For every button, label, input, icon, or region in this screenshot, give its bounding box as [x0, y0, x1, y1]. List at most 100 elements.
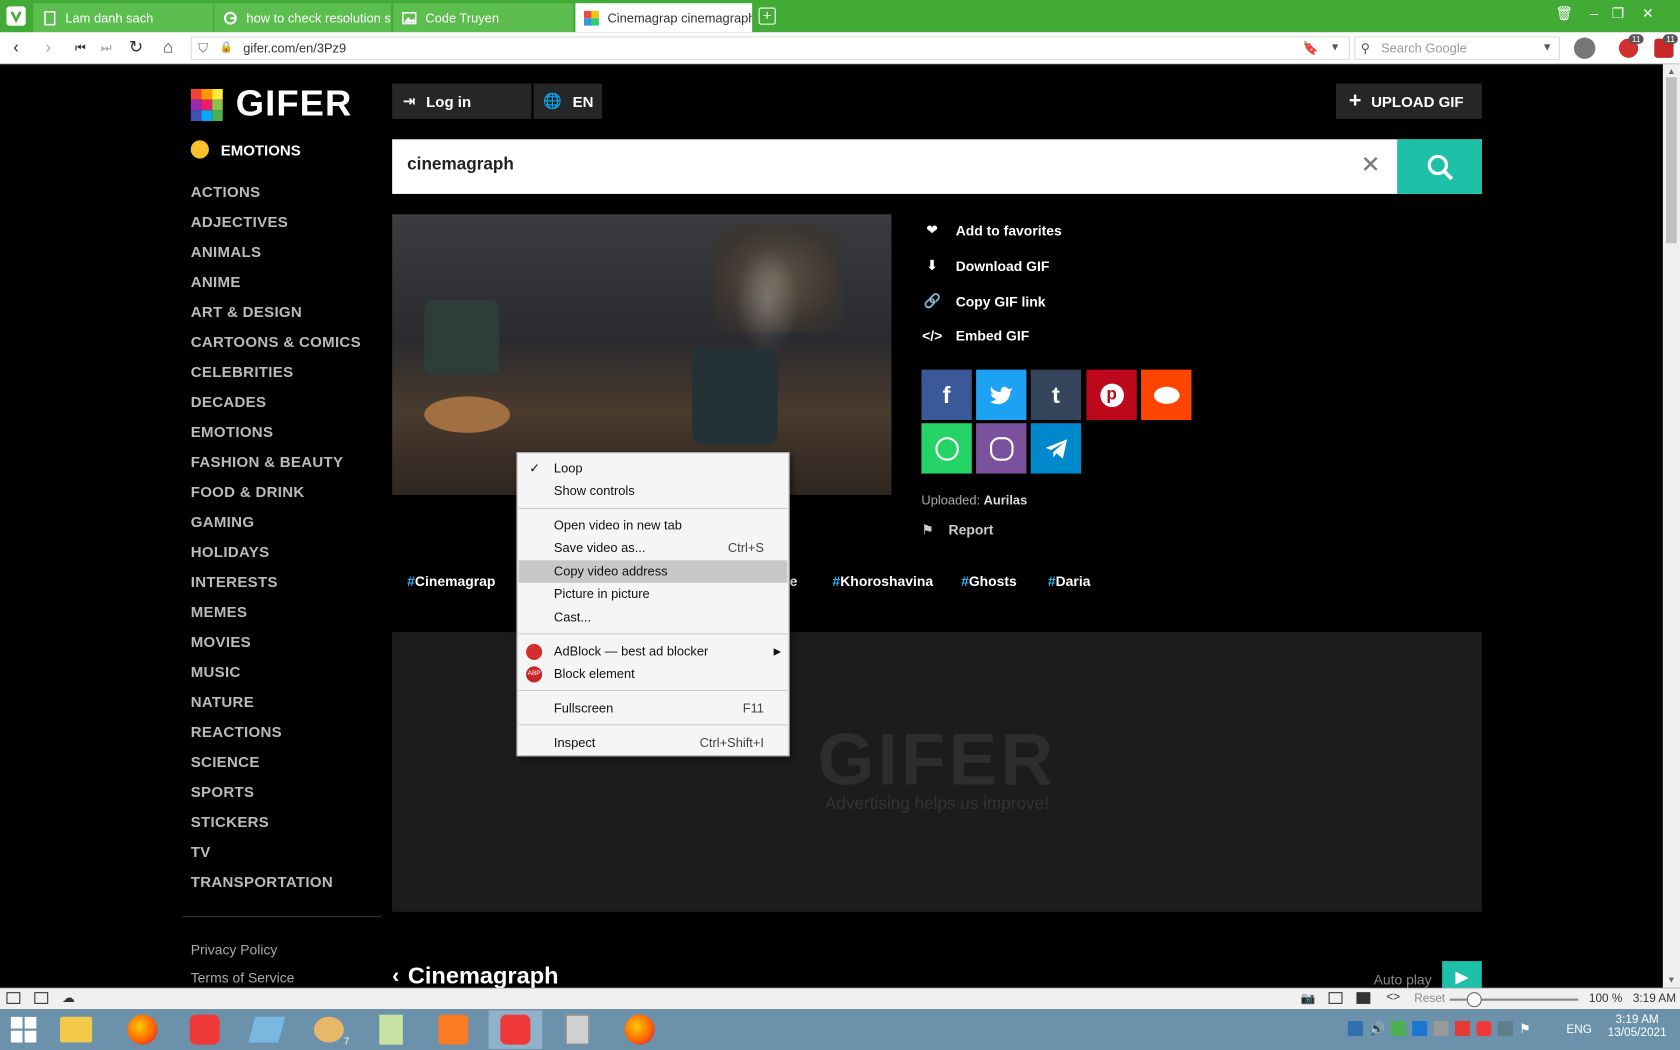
report-button[interactable]: ⚑ Report: [921, 522, 993, 539]
download-gif-button[interactable]: ⬇ Download GIF: [921, 257, 1049, 274]
trash-icon[interactable]: 🗑: [1554, 5, 1575, 22]
category-item[interactable]: CELEBRITIES: [191, 363, 294, 380]
sync-cloud-icon[interactable]: ☁: [62, 990, 75, 1005]
taskbar-xampp[interactable]: [426, 1010, 480, 1049]
search-input[interactable]: cinemagraph: [407, 155, 514, 174]
home-button[interactable]: ⌂: [156, 36, 180, 60]
flag-icon[interactable]: ⚑: [1519, 1021, 1534, 1036]
category-item[interactable]: DECADES: [191, 393, 267, 410]
page-scrollbar[interactable]: ▲ ▼: [1662, 64, 1680, 988]
taskbar-file-explorer[interactable]: [49, 1010, 103, 1049]
share-viber-button[interactable]: [976, 423, 1027, 474]
gifer-logo[interactable]: GIFER: [190, 84, 353, 126]
images-icon[interactable]: [1356, 992, 1371, 1004]
tab-code-truyen[interactable]: Code Truyen: [393, 3, 574, 33]
monitor-icon[interactable]: [1347, 1021, 1363, 1037]
upload-gif-button[interactable]: + UPLOAD GIF: [1336, 83, 1482, 119]
language-button[interactable]: 🌐 EN: [533, 83, 603, 119]
vivaldi-menu-button[interactable]: [6, 6, 26, 26]
embed-gif-button[interactable]: </> Embed GIF: [921, 328, 1029, 344]
taskbar-firefox-2[interactable]: [613, 1010, 667, 1049]
volume-icon[interactable]: 🔊: [1369, 1021, 1385, 1036]
tag-khoroshavina[interactable]: #Khoroshavina: [833, 573, 934, 589]
zoom-slider[interactable]: [1449, 992, 1579, 1008]
uploader-name[interactable]: Aurilas: [984, 493, 1028, 508]
profile-icon[interactable]: [1573, 37, 1596, 59]
minimize-button[interactable]: –: [1584, 5, 1605, 21]
share-reddit-button[interactable]: [1141, 369, 1192, 421]
taskbar-paint[interactable]: 7: [302, 1010, 356, 1049]
search-engine-field[interactable]: ⚲ Search Google ▼: [1354, 36, 1561, 61]
back-button[interactable]: ‹: [4, 36, 28, 60]
category-item[interactable]: ANIME: [191, 273, 241, 290]
add-to-favorites-button[interactable]: ❤ Add to favorites: [921, 222, 1061, 239]
category-item[interactable]: MEMES: [191, 603, 248, 620]
category-item[interactable]: GAMING: [191, 513, 255, 530]
autoplay-toggle[interactable]: ▶: [1442, 961, 1482, 988]
category-item[interactable]: TRANSPORTATION: [191, 873, 333, 890]
category-item[interactable]: SCIENCE: [191, 753, 260, 770]
share-telegram-button[interactable]: [1030, 423, 1082, 474]
share-whatsapp-button[interactable]: [921, 423, 972, 474]
new-tab-button[interactable]: +: [758, 8, 776, 25]
restore-button[interactable]: ❐: [1607, 5, 1628, 22]
taskbar-app-blue[interactable]: [240, 1010, 294, 1049]
forward-button[interactable]: ›: [36, 36, 60, 60]
tab-lam-danh-sach[interactable]: Lam danh sach: [33, 3, 214, 33]
terms-of-service-link[interactable]: Terms of Service: [191, 970, 295, 986]
taskbar-vivaldi-active[interactable]: [488, 1010, 543, 1049]
taskbar-app-box[interactable]: [551, 1010, 605, 1049]
tab-google-search[interactable]: how to check resolution siz: [214, 3, 392, 33]
emotions-header[interactable]: EMOTIONS: [190, 140, 301, 159]
tray-app-2-icon[interactable]: [1497, 1021, 1513, 1037]
category-item[interactable]: ADJECTIVES: [191, 213, 288, 230]
search-button[interactable]: [1397, 139, 1482, 194]
close-window-button[interactable]: ✕: [1637, 5, 1658, 22]
zoom-slider-thumb[interactable]: [1466, 992, 1482, 1008]
code-icon[interactable]: <>: [1386, 991, 1400, 1004]
tray-app-icon[interactable]: [1433, 1021, 1449, 1037]
category-item[interactable]: FOOD & DRINK: [191, 483, 305, 500]
category-item[interactable]: HOLIDAYS: [191, 543, 270, 560]
shield-icon[interactable]: ⛉: [198, 38, 208, 59]
clear-search-icon[interactable]: ✕: [1361, 151, 1381, 179]
category-item[interactable]: ART & DESIGN: [191, 303, 302, 320]
category-item[interactable]: ACTIONS: [191, 183, 261, 200]
menu-item-block-element[interactable]: ABP Block element: [519, 663, 788, 686]
tag-cinemagrap[interactable]: #Cinemagrap: [407, 573, 495, 589]
category-item[interactable]: CARTOONS & COMICS: [191, 333, 361, 350]
url-field[interactable]: ⛉ 🔒 gifer.com/en/3Pz9 🔖 ▼: [190, 36, 1351, 61]
url-dropdown-icon[interactable]: ▼: [1330, 38, 1341, 59]
reload-button[interactable]: ↻: [124, 36, 148, 60]
copy-gif-link-button[interactable]: 🔗 Copy GIF link: [921, 293, 1045, 310]
tag-ghosts[interactable]: #Ghosts: [961, 573, 1017, 589]
tag-partial[interactable]: e: [790, 573, 798, 589]
share-facebook-button[interactable]: f: [921, 369, 972, 421]
category-item[interactable]: REACTIONS: [191, 723, 282, 740]
taskbar-clock[interactable]: 3:19 AM 13/05/2021: [1605, 1014, 1669, 1040]
menu-item-loop[interactable]: ✓ Loop: [519, 458, 788, 481]
capture-icon[interactable]: 📷: [1301, 991, 1316, 1005]
menu-item-copy-video-address[interactable]: Copy video address: [518, 560, 788, 583]
fast-forward-button[interactable]: ⏭: [94, 36, 118, 60]
settings-icon[interactable]: [1412, 1021, 1428, 1037]
category-item[interactable]: EMOTIONS: [191, 423, 274, 440]
category-item[interactable]: ANIMALS: [191, 243, 262, 260]
category-item[interactable]: TV: [191, 843, 211, 860]
tag-daria[interactable]: #Daria: [1048, 573, 1091, 589]
menu-item-cast[interactable]: Cast...: [519, 606, 788, 629]
menu-item-open-video-new-tab[interactable]: Open video in new tab: [519, 514, 788, 537]
category-item[interactable]: SPORTS: [191, 783, 255, 800]
menu-item-adblock[interactable]: AdBlock — best ad blocker ▶: [519, 641, 788, 664]
tab-cinemagraph[interactable]: Cinemagrap cinemagraph |: [575, 3, 753, 33]
category-item[interactable]: MOVIES: [191, 633, 251, 650]
category-item[interactable]: STICKERS: [191, 813, 269, 830]
menu-item-show-controls[interactable]: Show controls: [519, 480, 788, 503]
taskbar-notepad[interactable]: [364, 1010, 418, 1049]
rewind-button[interactable]: ⏮: [69, 36, 93, 60]
zoom-reset-button[interactable]: Reset: [1414, 992, 1445, 1005]
network-icon[interactable]: [1390, 1021, 1406, 1037]
menu-item-save-video[interactable]: Save video as... Ctrl+S: [519, 537, 788, 560]
menu-item-picture-in-picture[interactable]: Picture in picture: [519, 583, 788, 606]
share-pinterest-button[interactable]: p: [1086, 369, 1137, 421]
